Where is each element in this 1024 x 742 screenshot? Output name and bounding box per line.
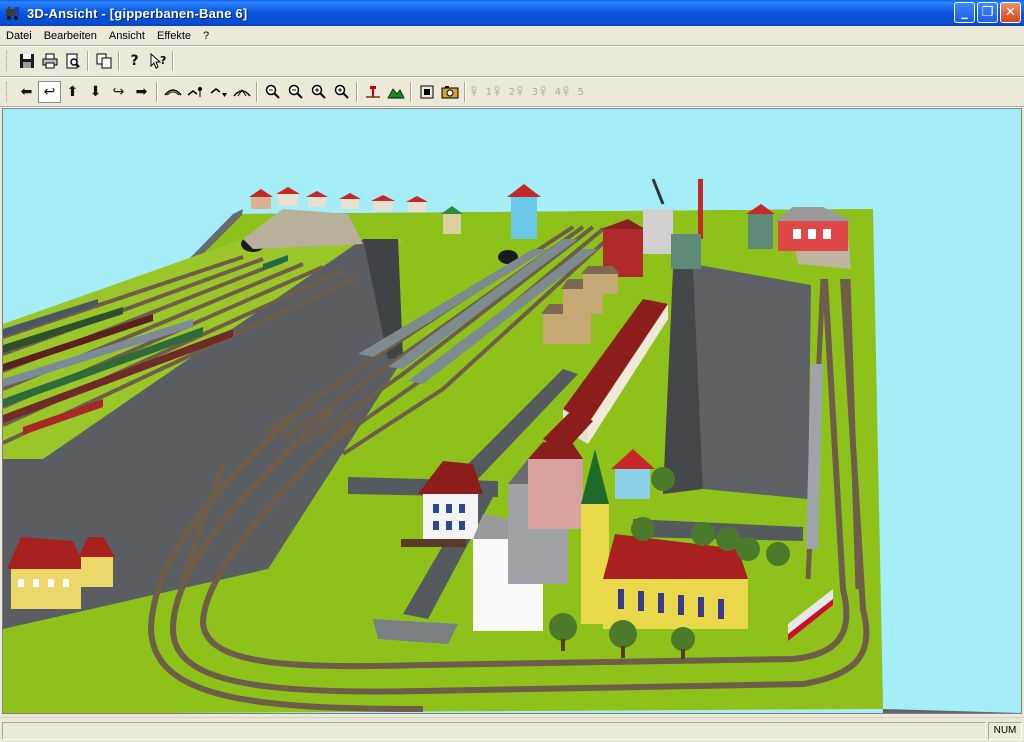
camera-icon[interactable] [438, 81, 461, 103]
print-icon[interactable] [38, 50, 61, 72]
toolbar-grip[interactable] [6, 82, 9, 102]
main-toolbar: ? ? [0, 47, 177, 75]
copy-icon[interactable] [92, 50, 115, 72]
toolbar-separator [464, 82, 466, 102]
zoom-in-small-icon[interactable] [307, 81, 330, 103]
camera-preset-label: 5 [577, 86, 584, 98]
toolbar-separator [118, 51, 120, 71]
arrow-down-icon[interactable]: ⬇ [84, 81, 107, 103]
right-pit [693, 264, 811, 499]
view-tilt-down-icon[interactable] [207, 81, 230, 103]
status-text [2, 722, 986, 740]
arrow-right-icon[interactable]: ➡ [130, 81, 153, 103]
navigation-toolbar: ⬅ ↩ ⬆ ⬇ ↪ ➡ 1234 5 [0, 78, 584, 106]
camera-preset-2-icon[interactable]: 2 [492, 81, 515, 103]
3d-viewport[interactable] [2, 108, 1022, 714]
toolbar-separator [172, 51, 174, 71]
arrow-up-icon[interactable]: ⬆ [61, 81, 84, 103]
num-lock-indicator: NUM [988, 722, 1022, 740]
title-bar[interactable]: 3D-Ansicht - [gipperbanen-Bane 6] _ ❐ ✕ [0, 0, 1024, 26]
window-title: 3D-Ansicht - [gipperbanen-Bane 6] [27, 5, 248, 21]
print-preview-icon[interactable] [61, 50, 84, 72]
turn-right-icon[interactable]: ↪ [107, 81, 130, 103]
help-icon[interactable]: ? [123, 50, 146, 72]
menu-effekte[interactable]: Effekte [151, 30, 197, 42]
arrow-left-icon[interactable]: ⬅ [15, 81, 38, 103]
zoom-out-small-icon[interactable] [284, 81, 307, 103]
camera-preset-1-icon[interactable]: 1 [469, 81, 492, 103]
fit-view-icon[interactable] [415, 81, 438, 103]
menu-help[interactable]: ? [197, 30, 215, 42]
camera-preset-4-icon[interactable]: 4 [538, 81, 561, 103]
signal-icon[interactable] [361, 81, 384, 103]
close-button[interactable]: ✕ [1000, 2, 1021, 23]
toolbar-separator [156, 82, 158, 102]
layout-scene[interactable] [3, 109, 1021, 713]
locomotive-icon[interactable] [5, 5, 21, 21]
toolbar-separator [256, 82, 258, 102]
menu-ansicht[interactable]: Ansicht [103, 30, 151, 42]
menu-bearbeiten[interactable]: Bearbeiten [38, 30, 103, 42]
toolbar-separator [356, 82, 358, 102]
zoom-in-icon[interactable] [330, 81, 353, 103]
minimize-icon: _ [961, 5, 968, 20]
save-icon[interactable] [15, 50, 38, 72]
context-help-icon[interactable]: ? [146, 50, 169, 72]
view-orbit-icon[interactable] [230, 81, 253, 103]
toolbar-separator [87, 51, 89, 71]
zoom-out-icon[interactable] [261, 81, 284, 103]
restore-icon: ❐ [981, 5, 994, 20]
svg-text:?: ? [160, 54, 166, 67]
minimize-button[interactable]: _ [954, 2, 975, 23]
chimney [698, 179, 703, 239]
camera-preset-5-icon[interactable]: 5 [561, 81, 584, 103]
close-icon: ✕ [1005, 5, 1016, 20]
toolbar-separator [410, 82, 412, 102]
menu-bar: Datei Bearbeiten Ansicht Effekte? [0, 26, 1024, 45]
terrain-icon[interactable] [384, 81, 407, 103]
camera-preset-3-icon[interactable]: 3 [515, 81, 538, 103]
status-bar: NUM [0, 717, 1024, 742]
view-tilt-walk-icon[interactable] [184, 81, 207, 103]
maximize-button[interactable]: ❐ [977, 2, 998, 23]
turn-left-icon[interactable]: ↩ [38, 81, 61, 103]
view-tilt-up-icon[interactable] [161, 81, 184, 103]
toolbar-grip[interactable] [6, 51, 9, 71]
menu-datei[interactable]: Datei [0, 30, 38, 42]
